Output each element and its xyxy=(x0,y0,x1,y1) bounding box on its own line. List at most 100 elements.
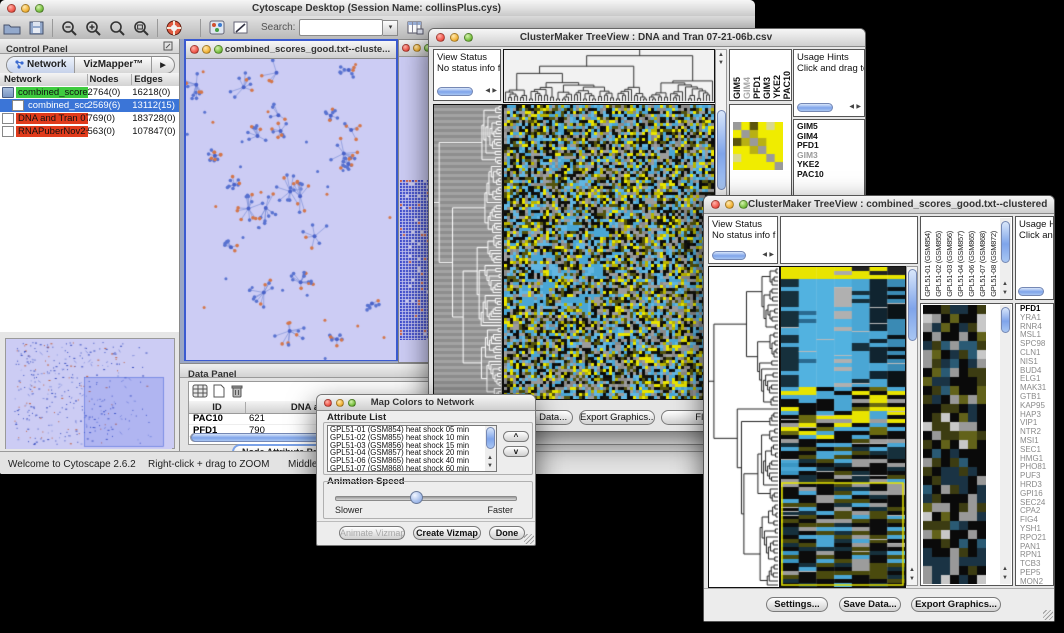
attribute-list-scrollbar[interactable]: ▲ ▼ xyxy=(485,426,496,471)
zoom-button[interactable] xyxy=(739,200,748,209)
scroll-up-icon[interactable]: ▲ xyxy=(909,567,915,573)
scroll-right-icon[interactable]: ▶ xyxy=(769,252,774,258)
tv1-correlation-matrix[interactable] xyxy=(733,122,783,170)
treeview1-titlebar[interactable]: ClusterMaker TreeView : DNA and Tran 07-… xyxy=(429,29,865,47)
zoom-in-icon[interactable] xyxy=(82,18,104,37)
minimize-button[interactable] xyxy=(725,200,734,209)
close-button[interactable] xyxy=(711,200,720,209)
main-titlebar[interactable]: Cytoscape Desktop (Session Name: collins… xyxy=(0,0,755,17)
export-graphics-button[interactable]: Export Graphics... xyxy=(911,597,1001,612)
close-button[interactable] xyxy=(324,399,332,407)
tv2-status-scrollbar[interactable] xyxy=(712,251,746,260)
close-button[interactable] xyxy=(190,45,199,54)
tv2-zoom-scrollbar[interactable]: ▲ ▼ xyxy=(1000,305,1011,584)
tv2-collabel-scrollbar[interactable]: ▲ ▼ xyxy=(1000,218,1011,299)
delete-attribute-icon[interactable] xyxy=(230,384,244,398)
scroll-down-icon[interactable]: ▼ xyxy=(1002,290,1008,296)
float-panel-icon[interactable] xyxy=(163,41,173,51)
minimize-button[interactable] xyxy=(21,4,30,13)
network-canvas[interactable] xyxy=(186,59,396,360)
network-row[interactable]: combined_sco 2569(6) 13112(15) xyxy=(0,99,179,112)
zoom-button[interactable] xyxy=(214,45,223,54)
network-row[interactable]: combined_scores 2764(0) 16218(0) xyxy=(0,86,179,99)
tv1-status-scrollbar[interactable] xyxy=(437,87,473,96)
animate-vizmap-button[interactable]: Animate Vizmap xyxy=(339,526,405,540)
zoom-button[interactable] xyxy=(35,4,44,13)
open-session-icon[interactable] xyxy=(1,18,23,37)
animation-speed-slider-thumb[interactable] xyxy=(410,491,423,504)
animation-speed-slider-track[interactable] xyxy=(335,496,517,501)
tv1-usage-scrollbar[interactable] xyxy=(797,103,833,112)
minimize-button[interactable] xyxy=(202,45,211,54)
network-view-titlebar[interactable]: combined_scores_good.txt--cluste... xyxy=(186,41,396,59)
create-vizmap-button[interactable]: Create Vizmap xyxy=(413,526,481,540)
tab-network[interactable]: Network xyxy=(7,57,74,73)
window-controls[interactable] xyxy=(7,4,44,13)
scroll-right-icon[interactable]: ▶ xyxy=(856,104,861,110)
tv1-row-dendrogram[interactable] xyxy=(433,104,503,400)
scroll-down-icon[interactable]: ▼ xyxy=(487,463,493,469)
search-dropdown-icon[interactable]: ▾ xyxy=(383,20,398,36)
close-button[interactable] xyxy=(436,33,445,42)
tv2-row-dendrogram[interactable] xyxy=(708,266,780,588)
settings-button[interactable]: Settings... xyxy=(766,597,828,612)
tab-vizmapper[interactable]: VizMapper™ xyxy=(74,57,151,73)
zoom-selected-icon[interactable] xyxy=(106,18,128,37)
resize-grip[interactable] xyxy=(524,534,534,544)
table-mode-icon[interactable] xyxy=(192,384,208,398)
close-button[interactable] xyxy=(7,4,16,13)
scroll-down-icon[interactable]: ▼ xyxy=(718,60,724,66)
export-graphics-button[interactable]: Export Graphics... xyxy=(579,410,655,425)
zoom-button[interactable] xyxy=(348,399,356,407)
move-down-button[interactable]: v xyxy=(503,446,529,457)
birdseye-view[interactable] xyxy=(5,338,175,449)
scroll-left-icon[interactable]: ◀ xyxy=(762,252,767,258)
tv1-column-labels[interactable]: GIM5GIM4PFD1GIM3YKE2PAC10 xyxy=(732,49,792,99)
dense-network-block[interactable] xyxy=(400,180,430,340)
scroll-up-icon[interactable]: ▲ xyxy=(1002,566,1008,572)
network-row[interactable]: DNA and Tran 07 769(0) 183728(0) xyxy=(0,112,179,125)
dialog-titlebar[interactable]: Map Colors to Network xyxy=(317,395,535,411)
tv1-column-dendrogram[interactable] xyxy=(503,49,715,103)
tab-more[interactable]: ▶ xyxy=(151,57,173,73)
attribute-browser-icon[interactable] xyxy=(404,18,426,37)
scroll-down-icon[interactable]: ▼ xyxy=(1002,575,1008,581)
scroll-up-icon[interactable]: ▲ xyxy=(718,52,724,58)
scroll-left-icon[interactable]: ◀ xyxy=(849,104,854,110)
vizmapper-icon[interactable] xyxy=(206,18,228,37)
minimize-button[interactable] xyxy=(450,33,459,42)
tv1-row-labels[interactable]: GIM5GIM4PFD1GIM3YKE2PAC10 xyxy=(797,122,824,179)
minimize-button[interactable] xyxy=(336,399,344,407)
tv2-column-dendrogram[interactable] xyxy=(780,216,918,264)
network-row[interactable]: RNAPuberNov2+ 563(0) 107847(0) xyxy=(0,125,179,138)
attribute-list[interactable]: GPL51-01 (GSM854) heat shock 05 minGPL51… xyxy=(327,425,497,472)
tv2-column-labels[interactable]: GPL51-01 (GSM854)GPL51-02 (GSM855)GPL51-… xyxy=(923,217,1000,297)
done-button[interactable]: Done xyxy=(489,526,525,540)
annotation-icon[interactable] xyxy=(230,18,252,37)
scroll-left-icon[interactable]: ◀ xyxy=(485,88,490,94)
search-input[interactable] xyxy=(299,19,383,36)
scroll-up-icon[interactable]: ▲ xyxy=(487,455,493,461)
attribute-list-item[interactable]: GPL51-07 (GSM868) heat shock 60 min xyxy=(328,465,496,472)
tv2-usage-scrollbar[interactable] xyxy=(1018,287,1044,296)
birdseye-canvas[interactable] xyxy=(6,339,172,449)
tv1-heatmap[interactable] xyxy=(503,104,715,400)
treeview2-titlebar[interactable]: ClusterMaker TreeView : combined_scores_… xyxy=(704,196,1054,214)
resize-grip[interactable] xyxy=(1043,610,1053,620)
zoom-button[interactable] xyxy=(464,33,473,42)
tv2-zoom-heatmap[interactable] xyxy=(923,305,986,584)
scroll-up-icon[interactable]: ▲ xyxy=(1002,281,1008,287)
save-data-button[interactable]: Save Data... xyxy=(839,597,901,612)
tv2-heatmap[interactable] xyxy=(780,266,906,588)
zoom-fit-icon[interactable] xyxy=(130,18,152,37)
help-lifering-icon[interactable] xyxy=(163,18,185,37)
zoom-out-icon[interactable] xyxy=(58,18,80,37)
new-attribute-icon[interactable] xyxy=(212,384,226,398)
network-table-header[interactable]: Network Nodes Edges xyxy=(0,73,179,87)
move-up-button[interactable]: ^ xyxy=(503,431,529,442)
scroll-right-icon[interactable]: ▶ xyxy=(492,88,497,94)
tv2-heatmap-vscrollbar[interactable]: ▲ ▼ xyxy=(906,266,918,586)
save-session-icon[interactable] xyxy=(25,18,47,37)
scroll-down-icon[interactable]: ▼ xyxy=(909,576,915,582)
tv2-gene-labels[interactable]: PFD1YRA1RNR4MSL1SPC98CLN1NIS1BUD4ELG1MAK… xyxy=(1020,305,1046,586)
